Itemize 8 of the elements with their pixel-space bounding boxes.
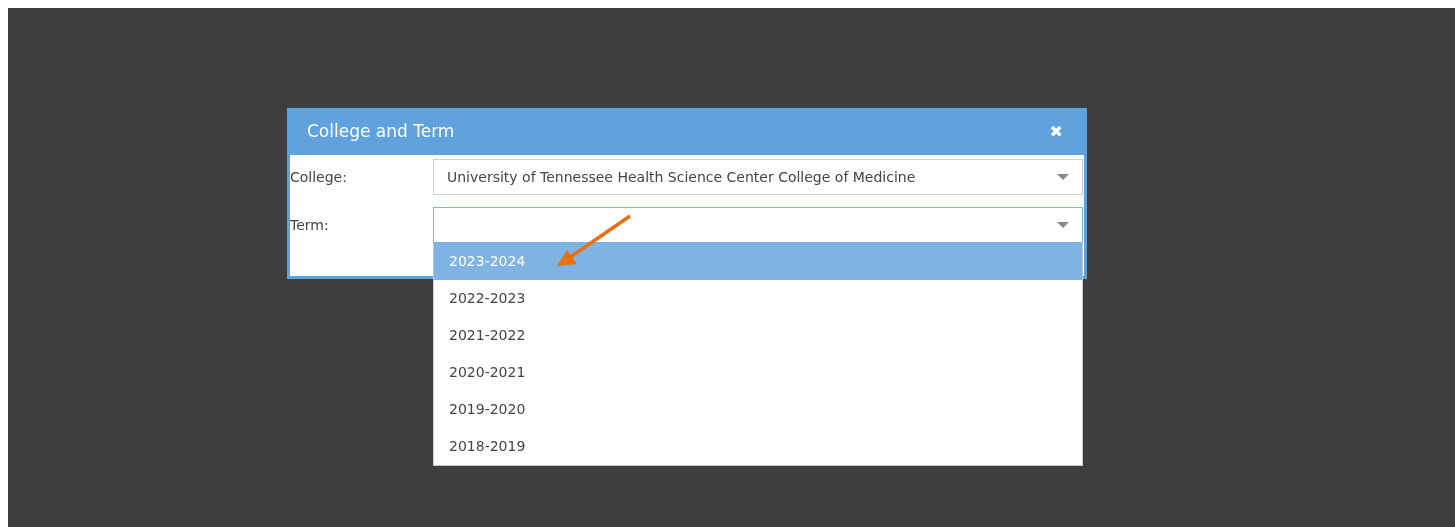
caret-icon [1057, 174, 1069, 180]
field-label: College: [290, 167, 348, 187]
caret-icon [1057, 222, 1069, 228]
select-field[interactable]: University of Tennessee Health Science Center College of Medicine [433, 159, 1083, 195]
dialog-title: College and Term [307, 119, 455, 143]
select-value: University of Tennessee Health Science Center College of Medicine [447, 167, 916, 187]
select-field[interactable] [433, 207, 1083, 243]
field-label: Term: [290, 215, 330, 235]
